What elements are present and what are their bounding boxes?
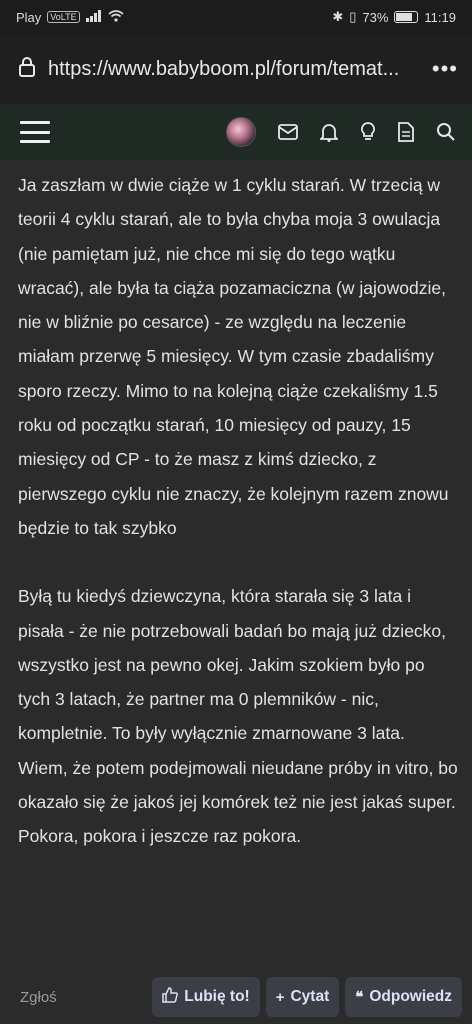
avatar[interactable] bbox=[226, 117, 256, 147]
like-button[interactable]: Lubię to! bbox=[152, 977, 260, 1017]
thumbs-up-icon bbox=[162, 987, 179, 1007]
bluetooth-icon: ✱ bbox=[332, 9, 344, 24]
lightbulb-icon[interactable] bbox=[360, 122, 376, 142]
plus-icon: + bbox=[275, 988, 285, 1006]
quote-plus-button[interactable]: + Cytat bbox=[265, 977, 340, 1017]
post-action-bar: Zgłoś Lubię to! + Cytat ❝ Odpowiedz bbox=[0, 970, 472, 1024]
signal-icon bbox=[85, 9, 102, 25]
clock: 11:19 bbox=[424, 9, 456, 25]
reply-label: Odpowiedz bbox=[369, 988, 452, 1005]
search-icon[interactable] bbox=[436, 122, 456, 142]
browser-address-bar[interactable]: https://www.babyboom.pl/forum/temat... •… bbox=[0, 34, 472, 104]
post-paragraph: Byłą tu kiedyś dziewczyna, która starała… bbox=[18, 586, 458, 847]
lock-icon bbox=[18, 56, 36, 82]
reply-button[interactable]: ❝ Odpowiedz bbox=[345, 977, 462, 1017]
bell-icon[interactable] bbox=[320, 122, 338, 142]
url-text[interactable]: https://www.babyboom.pl/forum/temat... bbox=[48, 58, 422, 81]
like-label: Lubię to! bbox=[184, 988, 250, 1005]
hamburger-icon[interactable] bbox=[20, 121, 50, 143]
vibrate-icon: ▯ bbox=[349, 9, 357, 24]
carrier-label: Play bbox=[16, 9, 42, 25]
status-bar: Play VoLTE ✱ ▯ 73% 11:19 bbox=[0, 0, 472, 34]
post-content: Ja zaszłam w dwie ciąże w 1 cyklu starań… bbox=[18, 168, 458, 854]
volte-badge: VoLTE bbox=[47, 11, 80, 23]
forum-nav-bar bbox=[0, 104, 472, 160]
battery-percent: 73% bbox=[362, 9, 389, 25]
more-icon[interactable]: ••• bbox=[432, 56, 458, 82]
document-icon[interactable] bbox=[398, 122, 414, 142]
mail-icon[interactable] bbox=[278, 124, 298, 140]
battery-icon bbox=[394, 11, 419, 23]
quote-plus-label: Cytat bbox=[290, 988, 330, 1005]
wifi-icon bbox=[108, 9, 124, 25]
report-link[interactable]: Zgłoś bbox=[20, 989, 57, 1006]
quote-icon: ❝ bbox=[355, 989, 364, 1006]
post-paragraph: Ja zaszłam w dwie ciąże w 1 cyklu starań… bbox=[18, 175, 449, 538]
